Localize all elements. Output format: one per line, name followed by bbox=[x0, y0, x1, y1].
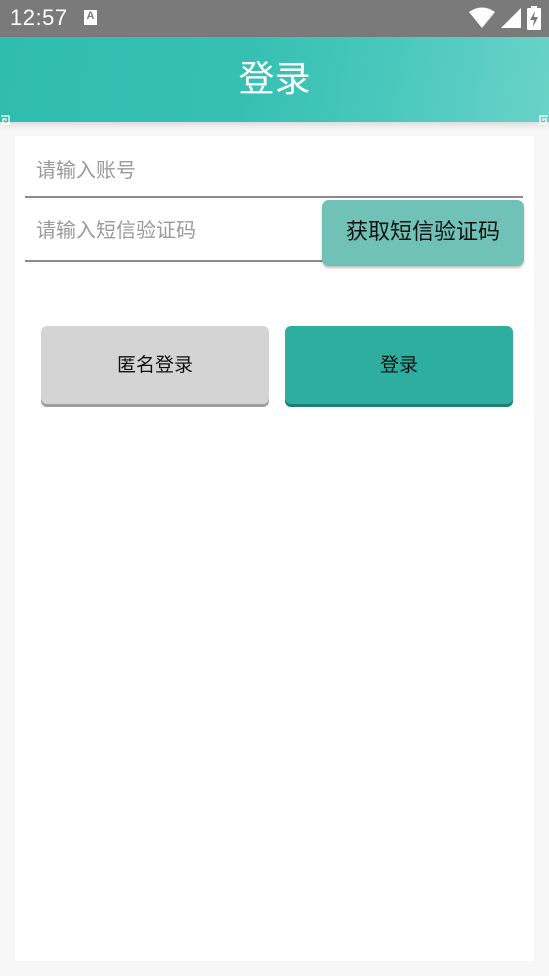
account-field bbox=[25, 136, 523, 198]
battery-charging-icon bbox=[527, 6, 541, 30]
login-button[interactable]: 登录 bbox=[285, 326, 513, 404]
status-bar: 12:57 A bbox=[0, 0, 549, 37]
corner-ornament-icon bbox=[0, 110, 10, 125]
get-sms-code-button[interactable]: 获取短信验证码 bbox=[322, 200, 524, 266]
app-header: 登录 bbox=[0, 37, 549, 125]
corner-ornament-icon bbox=[539, 110, 549, 125]
page-title: 登录 bbox=[238, 59, 311, 100]
status-icons bbox=[469, 6, 541, 30]
anonymous-login-button[interactable]: 匿名登录 bbox=[41, 326, 269, 404]
sms-code-input[interactable] bbox=[25, 200, 320, 260]
signal-icon bbox=[501, 8, 521, 28]
wifi-icon bbox=[469, 7, 495, 29]
status-time: 12:57 bbox=[10, 5, 68, 30]
login-card: 获取短信验证码 匿名登录 登录 bbox=[15, 136, 534, 961]
notification-a-icon: A bbox=[84, 10, 97, 25]
account-input[interactable] bbox=[25, 136, 523, 196]
